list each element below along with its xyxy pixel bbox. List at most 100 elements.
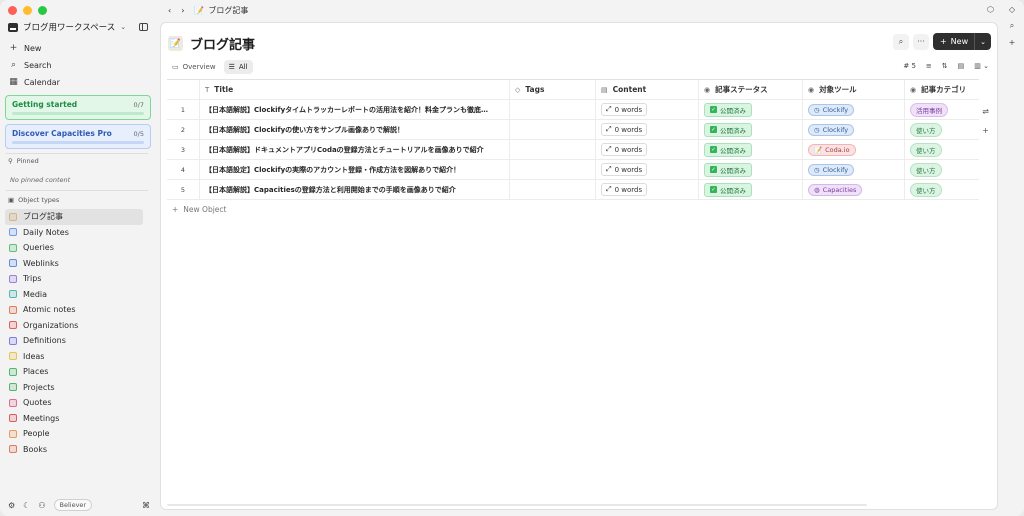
row-category[interactable]: 使い方	[905, 180, 979, 199]
new-object-button[interactable]: + New ⌄	[932, 33, 991, 50]
category-badge[interactable]: 使い方	[910, 162, 942, 177]
table-row[interactable]: 5 【日本語解説】Capacitiesの登録方法と利用開始までの手順を画像ありで紹…	[167, 180, 979, 200]
horizontal-scrollbar[interactable]	[167, 504, 867, 506]
type-item-blog[interactable]: ブログ記事	[5, 209, 143, 225]
row-tags[interactable]	[510, 140, 596, 159]
header-content[interactable]: ▤ Content	[596, 80, 699, 99]
type-item-atomic-notes[interactable]: Atomic notes	[5, 302, 143, 318]
row-tags[interactable]	[510, 160, 596, 179]
header-tool[interactable]: ◉ 対象ツール	[803, 80, 905, 99]
row-category[interactable]: 使い方	[905, 120, 979, 139]
new-object-row[interactable]: + New Object	[172, 205, 226, 214]
type-item-quotes[interactable]: Quotes	[5, 395, 143, 411]
status-badge[interactable]: ✓ 公開済み	[704, 162, 752, 177]
type-item-projects[interactable]: Projects	[5, 380, 143, 396]
type-item-ideas[interactable]: Ideas	[5, 349, 143, 365]
moon-icon[interactable]: ☾	[23, 501, 30, 510]
type-item-weblinks[interactable]: Weblinks	[5, 256, 143, 272]
category-badge[interactable]: 使い方	[910, 122, 942, 137]
row-tags[interactable]	[510, 180, 596, 199]
row-category[interactable]: 使い方	[905, 140, 979, 159]
type-item-people[interactable]: People	[5, 426, 143, 442]
back-arrow-icon[interactable]: ‹	[168, 6, 171, 15]
tool-badge[interactable]: ◷ Clockify	[808, 103, 855, 116]
plan-badge[interactable]: Believer	[53, 499, 93, 511]
getting-started-card[interactable]: Getting started 0/7	[5, 95, 151, 120]
row-content[interactable]: ⤢ 0 words	[596, 180, 699, 199]
settings-icon[interactable]: ⚙	[8, 501, 15, 510]
row-content[interactable]: ⤢ 0 words	[596, 120, 699, 139]
type-item-media[interactable]: Media	[5, 287, 143, 303]
row-tags[interactable]	[510, 100, 596, 119]
command-icon[interactable]: ⌘	[142, 501, 150, 510]
more-options-button[interactable]: ···	[912, 33, 929, 50]
status-badge[interactable]: ✓ 公開済み	[704, 102, 752, 117]
table-row[interactable]: 4 【日本語設定】Clockifyの実際のアカウント登録・作成方法を図解ありで紹介…	[167, 160, 979, 180]
count-badge[interactable]: # 5	[903, 62, 916, 70]
chevron-down-icon[interactable]: ⌄	[974, 33, 991, 50]
row-category[interactable]: 使い方	[905, 160, 979, 179]
word-count-badge[interactable]: ⤢ 0 words	[601, 183, 648, 196]
word-count-badge[interactable]: ⤢ 0 words	[601, 163, 648, 176]
header-tags[interactable]: ◇ Tags	[510, 80, 596, 99]
type-item-places[interactable]: Places	[5, 364, 143, 380]
status-badge[interactable]: ✓ 公開済み	[704, 122, 752, 137]
row-tool[interactable]: 📝 Coda.io	[803, 140, 905, 159]
type-item-organizations[interactable]: Organizations	[5, 318, 143, 334]
category-badge[interactable]: 使い方	[910, 182, 942, 197]
word-count-badge[interactable]: ⤢ 0 words	[601, 103, 648, 116]
tool-badge[interactable]: 📝 Coda.io	[808, 143, 856, 156]
page-emoji-icon[interactable]: 📝	[168, 36, 183, 51]
status-badge[interactable]: ✓ 公開済み	[704, 182, 752, 197]
nav-search[interactable]: ⌕ Search	[8, 57, 148, 74]
tool-badge[interactable]: ◷ Clockify	[808, 163, 855, 176]
category-badge[interactable]: 使い方	[910, 142, 942, 157]
breadcrumb[interactable]: 📝 ブログ記事	[194, 5, 248, 16]
tool-badge[interactable]: ◍ Capacities	[808, 183, 863, 196]
row-content[interactable]: ⤢ 0 words	[596, 140, 699, 159]
sort-icon[interactable]: ⇅	[942, 62, 948, 70]
row-tool[interactable]: ◷ Clockify	[803, 160, 905, 179]
row-title[interactable]: 【日本語解説】Clockifyタイムトラッカーレポートの活用法を紹介！料金プラン…	[200, 100, 510, 119]
header-category[interactable]: ◉ 記事カテゴリ	[905, 80, 979, 99]
type-item-trips[interactable]: Trips	[5, 271, 143, 287]
row-title[interactable]: 【日本語解説】ドキュメントアプリCodaの登録方法とチュートリアルを画像ありで紹…	[200, 140, 510, 159]
group-icon[interactable]: ▤	[958, 62, 965, 70]
extension-icon[interactable]: ⬡	[987, 5, 994, 14]
type-item-daily-notes[interactable]: Daily Notes	[5, 225, 143, 241]
search-icon[interactable]: ⌕	[1010, 21, 1014, 31]
nav-new[interactable]: + New	[8, 40, 148, 57]
type-item-books[interactable]: Books	[5, 442, 143, 458]
row-status[interactable]: ✓ 公開済み	[699, 120, 803, 139]
type-item-definitions[interactable]: Definitions	[5, 333, 143, 349]
row-tool[interactable]: ◍ Capacities	[803, 180, 905, 199]
nav-calendar[interactable]: ▦ Calendar	[8, 74, 148, 91]
table-row[interactable]: 3 【日本語解説】ドキュメントアプリCodaの登録方法とチュートリアルを画像ありで…	[167, 140, 979, 160]
row-tool[interactable]: ◷ Clockify	[803, 100, 905, 119]
discover-pro-card[interactable]: Discover Capacities Pro 0/5	[5, 124, 151, 149]
row-status[interactable]: ✓ 公開済み	[699, 180, 803, 199]
plus-icon[interactable]: +	[1009, 38, 1016, 47]
type-item-meetings[interactable]: Meetings	[5, 411, 143, 427]
row-status[interactable]: ✓ 公開済み	[699, 140, 803, 159]
view-layout-icon[interactable]: ▥ ⌄	[974, 62, 989, 70]
header-status[interactable]: ◉ 記事ステータス	[699, 80, 803, 99]
category-badge[interactable]: 活用事例	[910, 102, 948, 117]
row-category[interactable]: 活用事例	[905, 100, 979, 119]
pin-icon[interactable]: ◇	[1009, 5, 1015, 14]
row-tags[interactable]	[510, 120, 596, 139]
search-button[interactable]: ⌕	[892, 33, 909, 50]
row-content[interactable]: ⤢ 0 words	[596, 100, 699, 119]
workspace-switcher[interactable]: ブログ用ワークスペース ⌄	[8, 21, 148, 33]
row-tool[interactable]: ◷ Clockify	[803, 120, 905, 139]
row-title[interactable]: 【日本語設定】Clockifyの実際のアカウント登録・作成方法を図解ありで紹介！	[200, 160, 510, 179]
person-icon[interactable]: ⚇	[38, 501, 45, 510]
word-count-badge[interactable]: ⤢ 0 words	[601, 123, 648, 136]
word-count-badge[interactable]: ⤢ 0 words	[601, 143, 648, 156]
table-row[interactable]: 1 【日本語解説】Clockifyタイムトラッカーレポートの活用法を紹介！料金プラ…	[167, 100, 979, 120]
status-badge[interactable]: ✓ 公開済み	[704, 142, 752, 157]
type-item-queries[interactable]: Queries	[5, 240, 143, 256]
row-content[interactable]: ⤢ 0 words	[596, 160, 699, 179]
forward-arrow-icon[interactable]: ›	[181, 6, 184, 15]
row-status[interactable]: ✓ 公開済み	[699, 160, 803, 179]
